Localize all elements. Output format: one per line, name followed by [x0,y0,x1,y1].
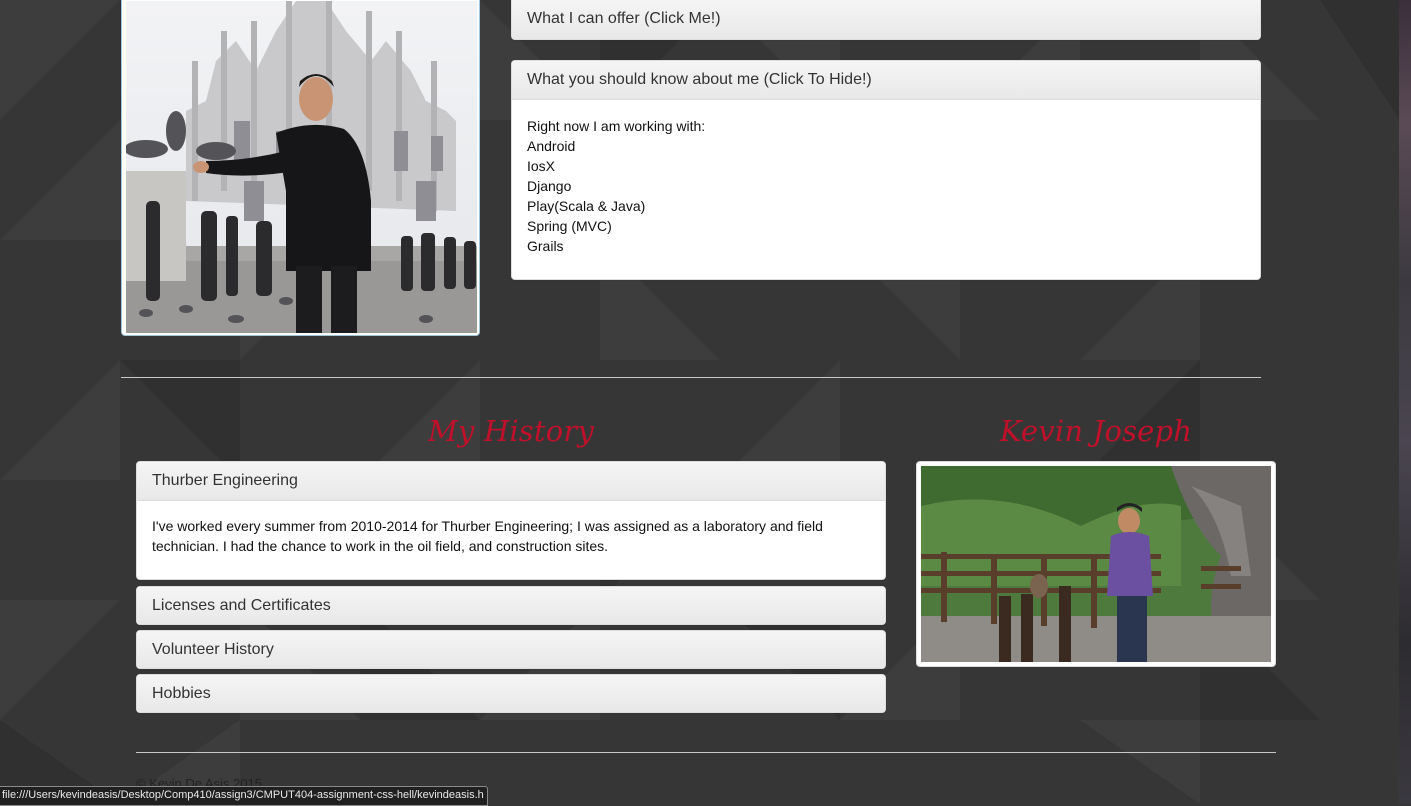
offer-panel-toggle[interactable]: What I can offer (Click Me!) [512,0,1260,39]
tech-item-spring: Spring (MVC) [527,218,612,234]
history-panel-licenses[interactable]: Licenses and Certificates [136,586,886,625]
tech-item-iosx: IosX [527,158,556,174]
section-divider [121,377,1261,378]
about-panel: What you should know about me (Click To … [511,60,1261,280]
history-panel-volunteer-toggle[interactable]: Volunteer History [137,631,885,668]
history-heading: My History [427,414,595,448]
history-panel-volunteer[interactable]: Volunteer History [136,630,886,669]
offer-panel[interactable]: What I can offer (Click Me!) [511,0,1261,40]
tech-list: Android IosX Django Play(Scala & Java) S… [527,136,1245,256]
about-panel-toggle[interactable]: What you should know about me (Click To … [512,61,1260,100]
history-panel-thurber-toggle[interactable]: Thurber Engineering [137,462,885,501]
footer-divider [136,752,1276,753]
tech-item-play: Play(Scala & Java) [527,198,646,214]
about-panel-body: Right now I am working with: Android Ios… [512,100,1260,271]
history-panel-hobbies-toggle[interactable]: Hobbies [137,675,885,712]
background-window-edge [1399,0,1411,804]
history-panel-licenses-toggle[interactable]: Licenses and Certificates [137,587,885,624]
browser-status-bar: file:///Users/kevindeasis/Desktop/Comp41… [0,786,488,806]
about-intro: Right now I am working with: [527,118,706,134]
history-panel-thurber: Thurber Engineering I've worked every su… [136,461,886,580]
tech-item-android: Android [527,138,576,154]
tech-item-grails: Grails [527,238,564,254]
history-panel-hobbies[interactable]: Hobbies [136,674,886,713]
profile-name-heading: Kevin Joseph [999,414,1193,448]
tech-item-django: Django [527,178,572,194]
history-panel-thurber-body: I've worked every summer from 2010-2014 … [152,518,823,554]
profile-photo-monkey [916,461,1276,667]
profile-photo-milan [121,0,480,336]
